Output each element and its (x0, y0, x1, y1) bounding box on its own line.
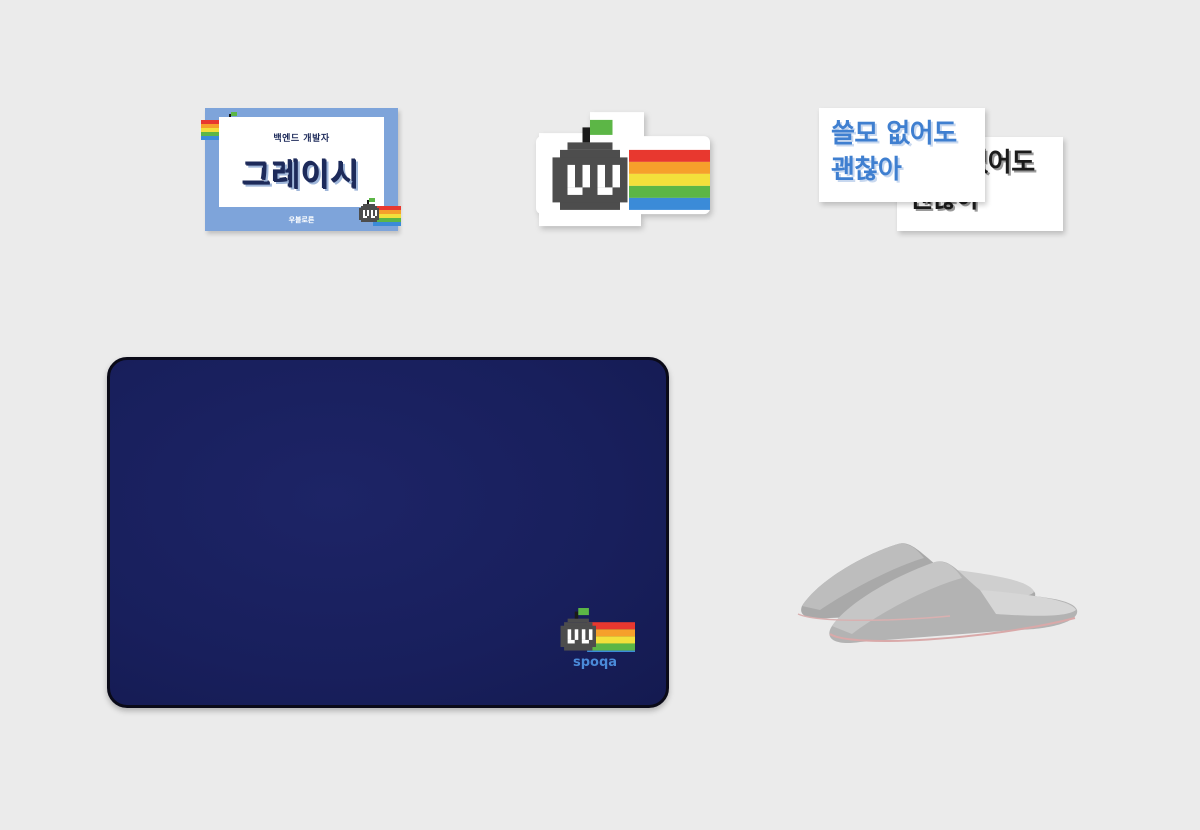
text-sticker-front: 쓸모 없어도 괜찮아 (819, 108, 985, 202)
slippers-image (797, 543, 1078, 644)
card-role: 백엔드 개발자 (273, 134, 330, 144)
mascot-sticker (536, 112, 710, 227)
mat-brand-logo: spoqa (573, 655, 618, 670)
card-brand: 우블로른 (288, 216, 315, 224)
sticker-line1: 쓸모 없어도 (831, 119, 957, 149)
name-card-inner: 백엔드 개발자 그레이시 (219, 117, 384, 207)
card-name: 그레이시 (242, 158, 361, 194)
mascot-rainbow-icon (560, 608, 635, 652)
sticker-line2: 괜찮아 (831, 155, 902, 185)
name-card: 백엔드 개발자 그레이시 우블로른 (201, 108, 401, 231)
mouse-mat: spoqa (107, 357, 669, 708)
